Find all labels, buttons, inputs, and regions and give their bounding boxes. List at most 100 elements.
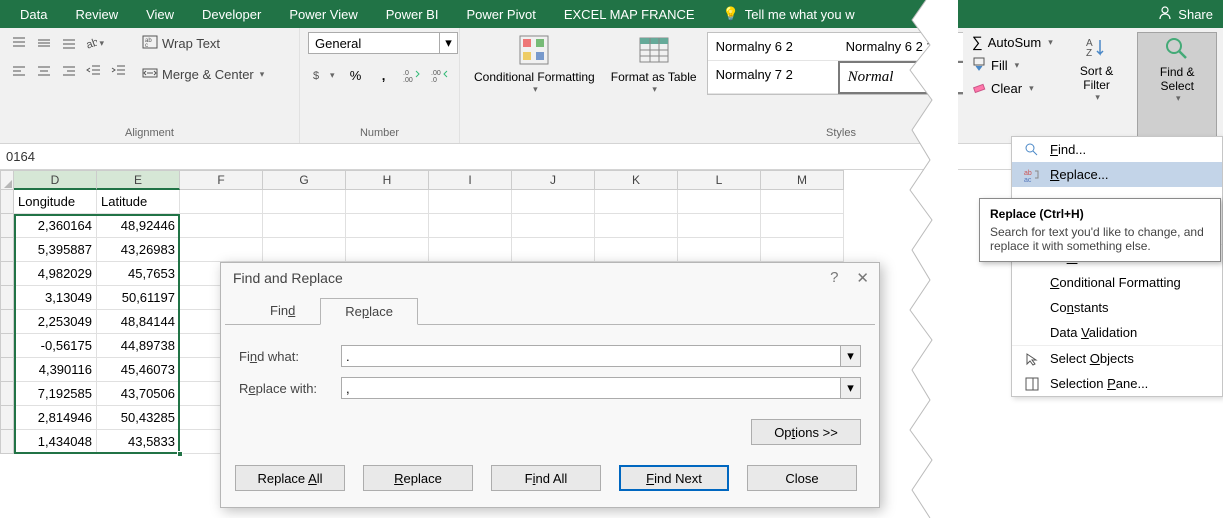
cell[interactable] <box>263 238 346 262</box>
column-header-L[interactable]: L <box>678 170 761 190</box>
style-normal[interactable]: Normal <box>838 61 968 94</box>
conditional-formatting-button[interactable]: Conditional Formatting▾ <box>468 32 601 95</box>
column-header-D[interactable]: D <box>14 170 97 190</box>
cell[interactable] <box>761 238 844 262</box>
cell[interactable]: 4,982029 <box>14 262 97 286</box>
menu-select-objects[interactable]: Select Objects <box>1012 346 1222 371</box>
column-header-F[interactable]: F <box>180 170 263 190</box>
column-header-E[interactable]: E <box>97 170 180 190</box>
cell[interactable]: 43,26983 <box>97 238 180 262</box>
orientation-icon[interactable]: ab▾ <box>83 32 105 54</box>
help-icon[interactable]: ? <box>830 269 838 287</box>
cell[interactable] <box>595 214 678 238</box>
format-as-table-button[interactable]: Format as Table▾ <box>605 32 703 95</box>
cell[interactable] <box>512 214 595 238</box>
cell[interactable]: 2,814946 <box>14 406 97 430</box>
cell[interactable]: Longitude <box>14 190 97 214</box>
row-header[interactable] <box>0 358 14 382</box>
cell[interactable]: 7,192585 <box>14 382 97 406</box>
column-header-I[interactable]: I <box>429 170 512 190</box>
style-normalny72[interactable]: Normalny 7 2 <box>708 61 838 94</box>
row-header[interactable] <box>0 262 14 286</box>
percent-icon[interactable]: % <box>345 64 367 86</box>
row-header[interactable] <box>0 286 14 310</box>
cell[interactable]: 48,84144 <box>97 310 180 334</box>
cell[interactable] <box>429 238 512 262</box>
replace-button[interactable]: Replace <box>363 465 473 491</box>
wrap-text-button[interactable]: abc Wrap Text <box>138 32 268 55</box>
cell[interactable] <box>761 190 844 214</box>
cell[interactable] <box>678 190 761 214</box>
cell[interactable]: 43,5833 <box>97 430 180 454</box>
number-format-select[interactable]: General ▾ <box>308 32 458 54</box>
cell[interactable] <box>761 214 844 238</box>
replace-history-dropdown[interactable]: ▾ <box>841 377 861 399</box>
cell[interactable]: -0,56175 <box>14 334 97 358</box>
menu-replace[interactable]: abacReplace... <box>1012 162 1222 187</box>
find-what-input[interactable] <box>341 345 841 367</box>
column-header-H[interactable]: H <box>346 170 429 190</box>
dialog-tab-find[interactable]: Find <box>245 297 320 324</box>
sort-filter-button[interactable]: AZ Sort & Filter▾ <box>1062 32 1132 139</box>
dialog-tab-replace[interactable]: Replace <box>320 298 418 325</box>
row-header[interactable] <box>0 214 14 238</box>
close-button[interactable]: Close <box>747 465 857 491</box>
cell[interactable] <box>263 190 346 214</box>
comma-icon[interactable]: , <box>373 64 395 86</box>
align-top-icon[interactable] <box>8 32 30 54</box>
tab-powerview[interactable]: Power View <box>275 0 371 28</box>
cell[interactable]: 45,7653 <box>97 262 180 286</box>
cell[interactable]: 44,89738 <box>97 334 180 358</box>
cell[interactable] <box>263 214 346 238</box>
row-header[interactable] <box>0 238 14 262</box>
align-left-icon[interactable] <box>8 60 30 82</box>
row-header[interactable] <box>0 190 14 214</box>
cell[interactable] <box>595 238 678 262</box>
align-center-icon[interactable] <box>33 60 55 82</box>
cell[interactable] <box>180 214 263 238</box>
tab-data[interactable]: Data <box>6 0 61 28</box>
select-all-corner[interactable] <box>0 170 14 190</box>
tab-view[interactable]: View <box>132 0 188 28</box>
cell[interactable] <box>595 190 678 214</box>
find-history-dropdown[interactable]: ▾ <box>841 345 861 367</box>
find-all-button[interactable]: Find All <box>491 465 601 491</box>
clear-button[interactable]: Clear▾ <box>969 78 1056 99</box>
share-button[interactable]: Share <box>1158 0 1213 28</box>
column-header-K[interactable]: K <box>595 170 678 190</box>
row-header[interactable] <box>0 430 14 454</box>
options-button[interactable]: Options >> <box>751 419 861 445</box>
cell[interactable]: 4,390116 <box>14 358 97 382</box>
align-right-icon[interactable] <box>58 60 80 82</box>
tab-review[interactable]: Review <box>61 0 132 28</box>
cell[interactable] <box>678 214 761 238</box>
style-normalny62[interactable]: Normalny 6 2 <box>708 33 838 61</box>
close-icon[interactable]: ✕ <box>856 269 869 287</box>
cell[interactable]: 48,92446 <box>97 214 180 238</box>
menu-data-validation[interactable]: Data Validation <box>1012 320 1222 345</box>
find-next-button[interactable]: Find Next <box>619 465 729 491</box>
increase-decimal-icon[interactable]: .0.00 <box>401 64 423 86</box>
accounting-format-icon[interactable]: $▾ <box>308 64 339 86</box>
align-middle-icon[interactable] <box>33 32 55 54</box>
cell[interactable] <box>346 190 429 214</box>
decrease-indent-icon[interactable] <box>83 60 105 82</box>
cell[interactable]: 50,43285 <box>97 406 180 430</box>
menu-selection-pane[interactable]: Selection Pane... <box>1012 371 1222 396</box>
cell[interactable] <box>346 238 429 262</box>
menu-constants[interactable]: Constants <box>1012 295 1222 320</box>
cell[interactable]: 1,434048 <box>14 430 97 454</box>
column-header-J[interactable]: J <box>512 170 595 190</box>
column-header-M[interactable]: M <box>761 170 844 190</box>
replace-with-input[interactable] <box>341 377 841 399</box>
decrease-decimal-icon[interactable]: .00.0 <box>429 64 451 86</box>
cell[interactable] <box>678 238 761 262</box>
tab-powerpivot[interactable]: Power Pivot <box>452 0 549 28</box>
cell[interactable]: Latitude <box>97 190 180 214</box>
row-header[interactable] <box>0 334 14 358</box>
cell[interactable] <box>346 214 429 238</box>
tab-developer[interactable]: Developer <box>188 0 275 28</box>
find-select-button[interactable]: Find & Select▾ <box>1137 32 1217 139</box>
menu-cond-formatting[interactable]: Conditional Formatting <box>1012 270 1222 295</box>
cell[interactable] <box>429 190 512 214</box>
